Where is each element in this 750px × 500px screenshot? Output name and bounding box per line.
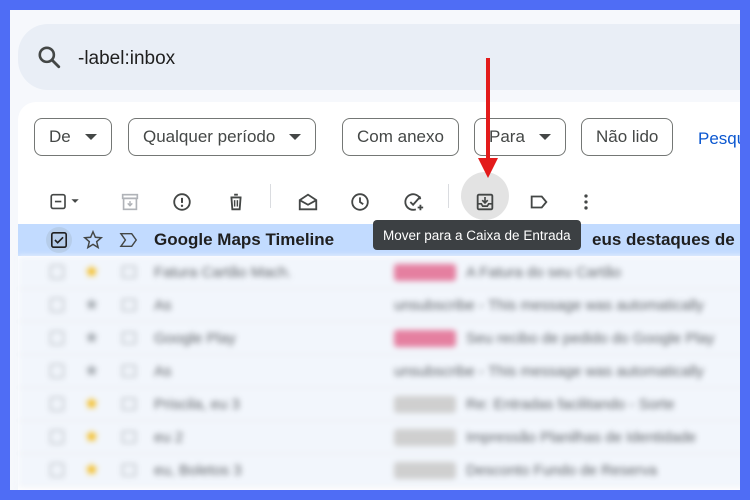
star-icon[interactable] — [82, 229, 104, 256]
archive-icon[interactable] — [112, 184, 148, 220]
email-row[interactable]: ★ Google Play Seu recibo de pedido do Goog… — [18, 322, 740, 355]
email-list: ★ Fatura Cartão Mach. A Fatura do seu Cart… — [18, 256, 740, 490]
filter-chip-periodo[interactable]: Qualquer período — [128, 118, 317, 156]
email-sender: Fatura Cartão Mach. — [154, 264, 292, 281]
star-icon[interactable]: ★ — [84, 427, 99, 447]
tooltip: Mover para a Caixa de Entrada — [373, 220, 581, 250]
importance-marker-icon[interactable] — [122, 398, 136, 410]
importance-marker-icon[interactable] — [122, 266, 136, 278]
star-icon[interactable]: ★ — [84, 394, 99, 414]
email-row[interactable]: ★ eu 2 Impressão Planilhas de Identidade — [18, 421, 740, 454]
email-sender: As — [154, 297, 172, 314]
mail-list-panel: De Qualquer período Com anexo Para Não l… — [18, 102, 740, 490]
filter-chip-com-anexo[interactable]: Com anexo — [342, 118, 459, 156]
chevron-down-icon — [84, 134, 97, 140]
star-icon[interactable]: ★ — [84, 361, 99, 381]
delete-icon[interactable] — [218, 184, 254, 220]
report-spam-icon[interactable] — [164, 184, 200, 220]
email-sender: Google Maps Timeline — [154, 230, 335, 249]
email-sender: eu 2 — [154, 429, 184, 446]
filter-chip-label: De — [49, 127, 71, 146]
importance-marker-icon[interactable] — [122, 431, 136, 443]
red-arrow-annotation — [478, 58, 498, 178]
email-row[interactable]: ★ Priscila, eu 3 Re: Entradas facilitando … — [18, 388, 740, 421]
email-subject: eus destaques de m — [592, 230, 740, 249]
move-to-inbox-icon[interactable] — [467, 184, 503, 220]
filter-chip-label: Com anexo — [357, 127, 444, 146]
row-checkbox-icon[interactable] — [50, 397, 64, 411]
row-checkbox-icon[interactable] — [50, 331, 64, 345]
filter-chip-de[interactable]: De — [34, 118, 112, 156]
email-sender: Google Play — [154, 330, 236, 347]
email-sender: Priscila, eu 3 — [154, 396, 240, 413]
add-task-icon[interactable] — [396, 184, 432, 220]
email-sender: eu, Boletos 3 — [154, 462, 242, 479]
importance-marker-icon[interactable] — [122, 332, 136, 344]
importance-marker-icon[interactable] — [118, 231, 140, 254]
email-row[interactable]: ★ Fatura Cartão Mach. A Fatura do seu Cart… — [18, 256, 740, 289]
chevron-down-icon — [289, 134, 302, 140]
advanced-search-link[interactable]: Pesqui — [698, 129, 740, 149]
filter-chip-nao-lido[interactable]: Não lido — [581, 118, 674, 156]
toolbar-divider — [448, 184, 449, 208]
email-row[interactable]: ★ As unsubscribe - This message was automa… — [18, 355, 740, 388]
more-icon[interactable] — [568, 184, 604, 220]
star-icon[interactable]: ★ — [84, 460, 99, 480]
row-checkbox-icon[interactable] — [50, 430, 64, 444]
mark-unread-icon[interactable] — [290, 184, 326, 220]
label-tag — [394, 264, 456, 281]
row-checkbox-icon[interactable] — [50, 463, 64, 477]
email-row[interactable]: ★ As unsubscribe - This message was automa… — [18, 289, 740, 322]
email-snippet: Impressão Planilhas de Identidade — [466, 429, 697, 446]
gmail-window: -label:inbox De Qualquer período Com ane… — [10, 10, 740, 490]
row-checkbox-icon[interactable] — [50, 298, 64, 312]
email-snippet: A Fatura do seu Cartão — [466, 264, 622, 281]
star-icon[interactable]: ★ — [84, 328, 99, 348]
row-checkbox-icon[interactable] — [50, 364, 64, 378]
search-bar[interactable]: -label:inbox — [18, 24, 740, 90]
email-row[interactable]: ★ eu, Boletos 3 Desconto Fundo de Reserva — [18, 454, 740, 487]
chevron-down-icon — [538, 134, 551, 140]
filter-chip-label: Qualquer período — [143, 127, 276, 146]
importance-marker-icon[interactable] — [122, 365, 136, 377]
snooze-icon[interactable] — [342, 184, 378, 220]
email-snippet: unsubscribe - This message was automatic… — [394, 363, 704, 380]
star-icon[interactable]: ★ — [84, 262, 99, 282]
search-input[interactable]: -label:inbox — [78, 48, 175, 70]
toolbar-divider — [270, 184, 271, 208]
email-snippet: Desconto Fundo de Reserva — [466, 462, 657, 479]
label-tag — [394, 330, 456, 347]
search-icon[interactable] — [36, 44, 62, 70]
email-snippet: Seu recibo de pedido do Google Play — [466, 330, 715, 347]
importance-marker-icon[interactable] — [122, 299, 136, 311]
row-checkbox-icon[interactable] — [50, 265, 64, 279]
select-all-checkbox-icon[interactable] — [40, 184, 90, 220]
label-tag — [394, 462, 456, 479]
filter-chip-label: Não lido — [596, 127, 659, 146]
row-checkbox-checked-icon[interactable] — [46, 227, 72, 253]
label-tag — [394, 429, 456, 446]
label-tag — [394, 396, 456, 413]
star-icon[interactable]: ★ — [84, 295, 99, 315]
label-icon[interactable] — [521, 184, 557, 220]
email-sender: As — [154, 363, 172, 380]
importance-marker-icon[interactable] — [122, 464, 136, 476]
email-snippet: Re: Entradas facilitando - Sorte — [466, 396, 675, 413]
email-snippet: unsubscribe - This message was automatic… — [394, 297, 704, 314]
